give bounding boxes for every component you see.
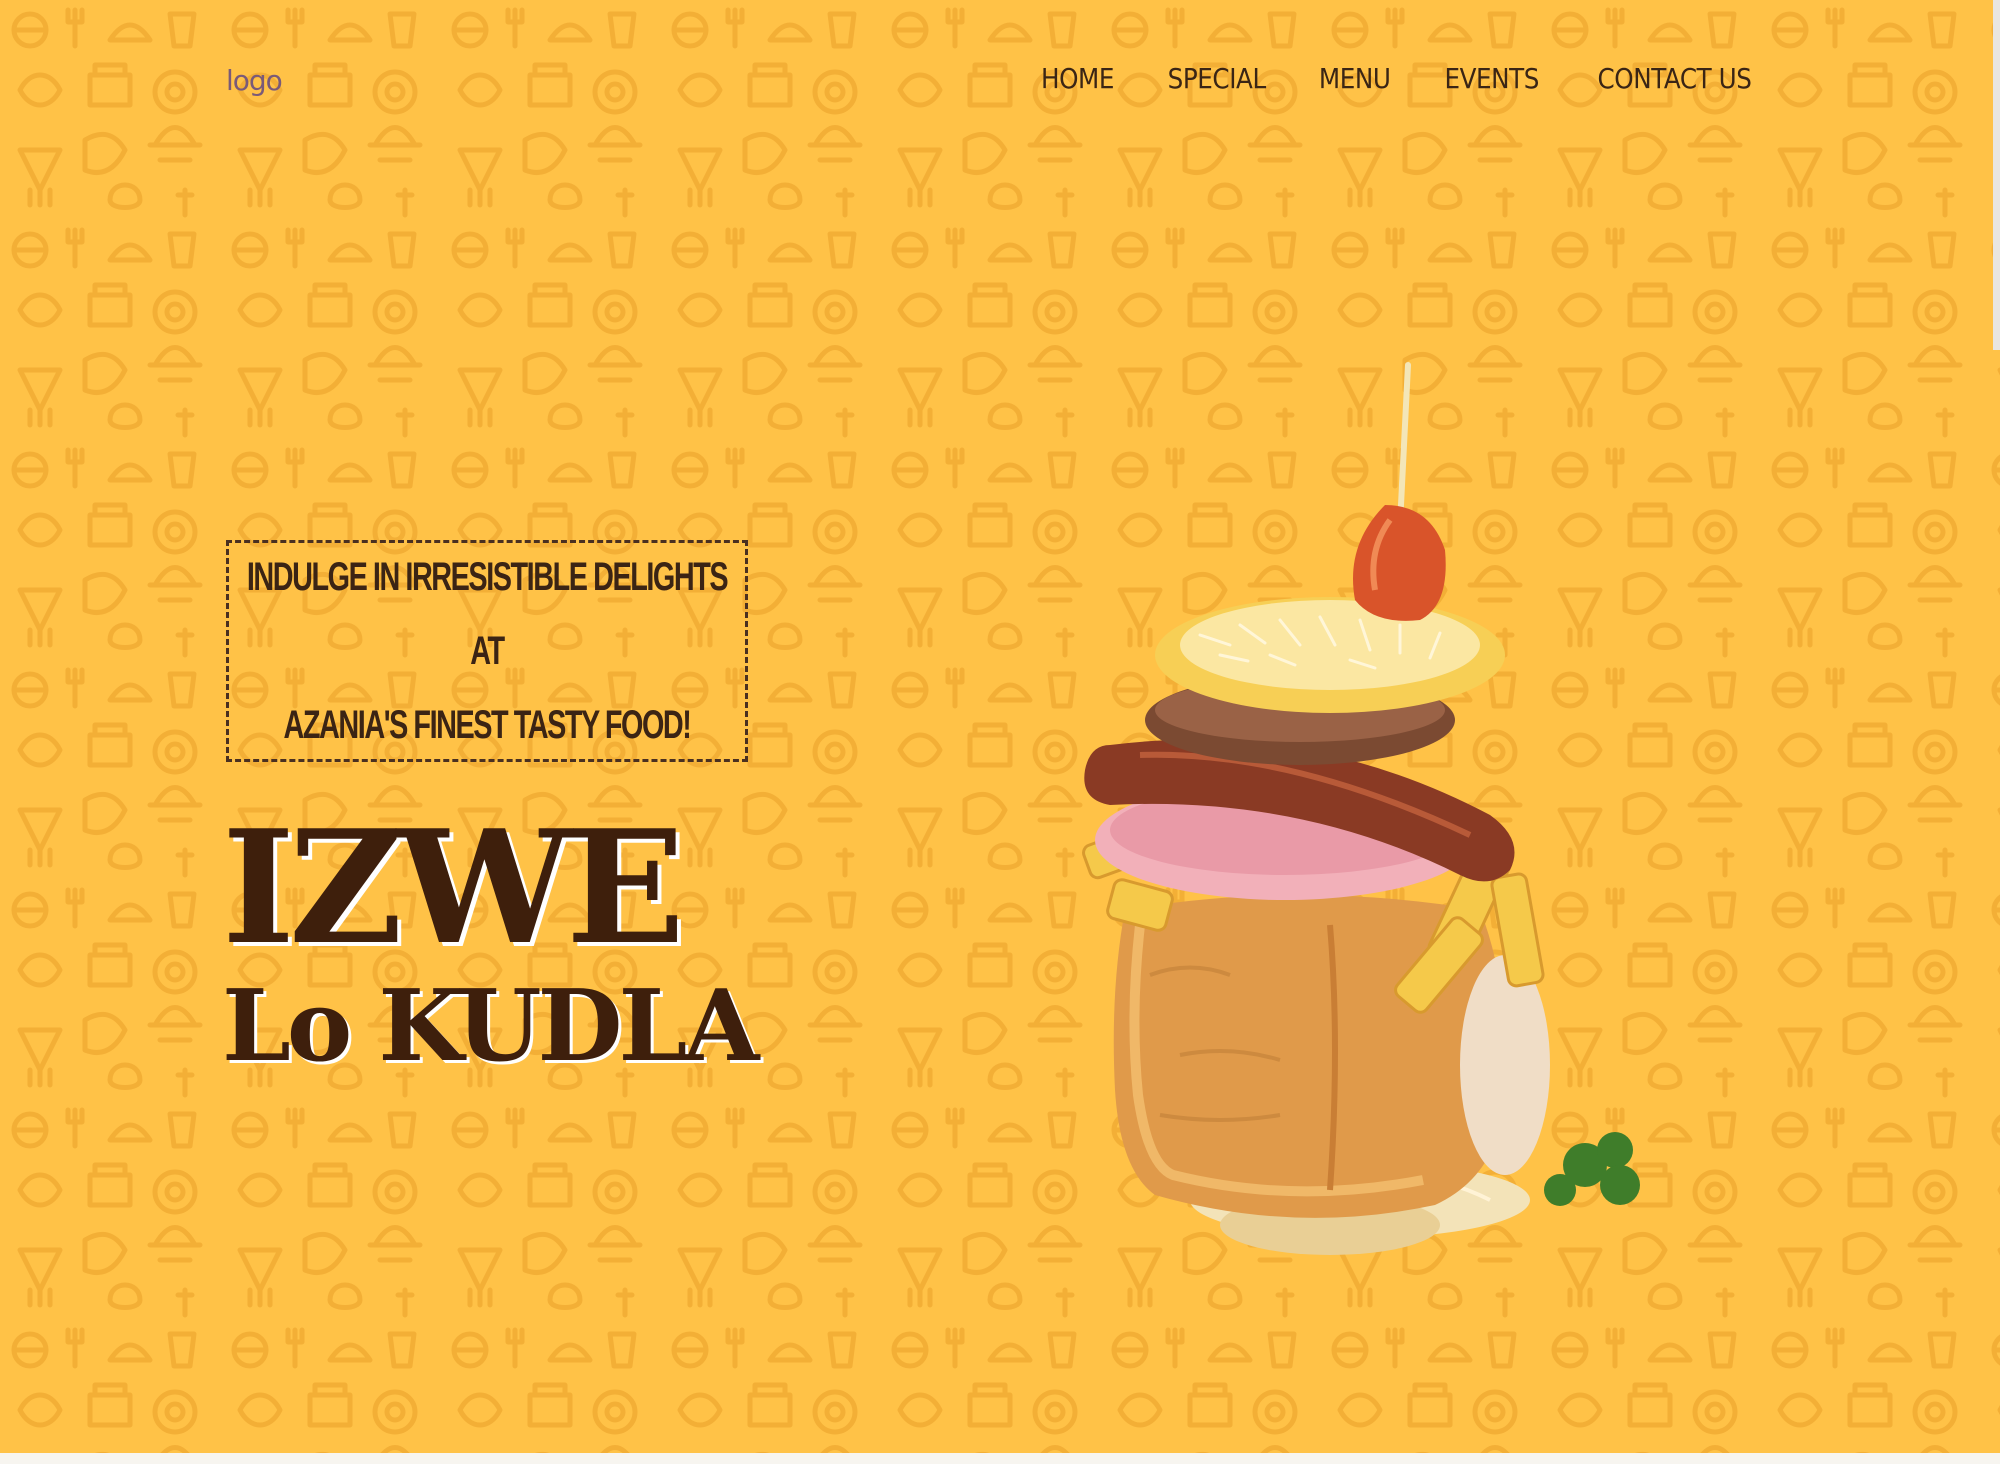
page-bottom-edge bbox=[0, 1453, 2000, 1464]
tagline-box: INDULGE IN IRRESISTIBLE DELIGHTS AT AZAN… bbox=[226, 540, 748, 762]
nav-menu[interactable]: MENU bbox=[1319, 62, 1391, 95]
nav-contact-us[interactable]: CONTACT US bbox=[1598, 62, 1752, 95]
tagline: INDULGE IN IRRESISTIBLE DELIGHTS AT AZAN… bbox=[235, 540, 739, 762]
kota-sandwich-image bbox=[1082, 362, 1640, 1255]
nav-events[interactable]: EVENTS bbox=[1444, 62, 1539, 95]
logo[interactable]: logo bbox=[226, 64, 283, 97]
hero-title-line-2: Lo KUDLA bbox=[222, 969, 759, 1084]
tagline-line-2: AZANIA'S FINEST TASTY FOOD! bbox=[283, 703, 692, 747]
main-nav: HOME SPECIAL MENU EVENTS CONTACT US bbox=[1036, 62, 1762, 95]
hero-title-line-1: IZWE bbox=[222, 796, 685, 979]
tagline-line-1: INDULGE IN IRRESISTIBLE DELIGHTS AT bbox=[246, 555, 729, 673]
nav-home[interactable]: HOME bbox=[1041, 62, 1114, 95]
scrollbar-edge[interactable] bbox=[1993, 0, 2000, 350]
nav-special[interactable]: SPECIAL bbox=[1168, 62, 1266, 95]
